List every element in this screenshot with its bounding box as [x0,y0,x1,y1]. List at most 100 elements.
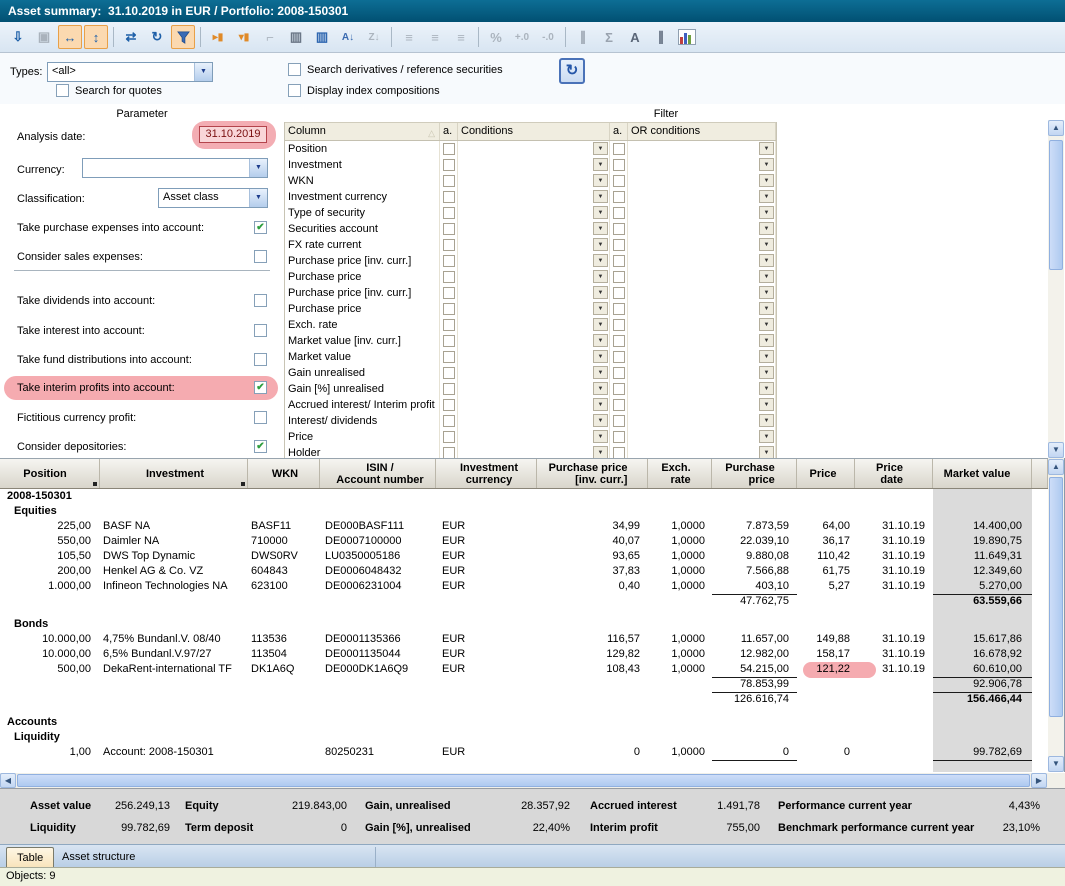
chevron-down-icon[interactable]: ▼ [759,286,774,299]
chevron-down-icon[interactable]: ▼ [759,414,774,427]
chevron-down-icon[interactable]: ▼ [249,189,267,207]
filter-and-checkbox[interactable] [443,239,455,251]
column-header-investment[interactable]: Investment [100,459,248,488]
filter-column-label[interactable]: Price [285,429,440,445]
font-icon[interactable]: A [623,25,647,49]
move-column-icon[interactable]: ▸▮ [206,25,230,49]
filter-or-conditions-cell[interactable]: ▼ [628,221,776,237]
table-scrollbar-thumb[interactable] [1049,477,1063,717]
optimize-width-icon[interactable]: ∥ [571,25,595,49]
filter-or-conditions-cell[interactable]: ▼ [628,397,776,413]
filter-or-conditions-cell[interactable]: ▼ [628,189,776,205]
chevron-down-icon[interactable]: ▼ [593,366,608,379]
filter-and-checkbox[interactable] [443,415,455,427]
chevron-down-icon[interactable]: ▼ [194,63,212,81]
refresh-icon[interactable]: ↻ [145,25,169,49]
types-combobox[interactable]: <all> ▼ [47,62,213,82]
filter-header-and2[interactable]: a. [610,123,628,140]
chevron-down-icon[interactable]: ▼ [759,190,774,203]
filter-and-checkbox[interactable] [443,399,455,411]
chevron-down-icon[interactable]: ▼ [593,398,608,411]
column-layout-icon[interactable]: ∥ [649,25,673,49]
filter-and-checkbox[interactable] [443,191,455,203]
chevron-down-icon[interactable]: ▼ [759,254,774,267]
export-icon[interactable]: ⇩ [6,25,30,49]
filter-conditions-cell[interactable]: ▼ [458,429,610,445]
scroll-down-icon[interactable]: ▼ [1048,442,1064,458]
table-scrollbar[interactable]: ▲ ▼ [1048,458,1064,772]
filter-and-checkbox[interactable] [443,255,455,267]
filter-column-label[interactable]: Position [285,141,440,157]
filter-conditions-cell[interactable]: ▼ [458,269,610,285]
filter-and-checkbox[interactable] [443,351,455,363]
scroll-up-icon[interactable]: ▲ [1048,120,1064,136]
chevron-down-icon[interactable]: ▼ [593,222,608,235]
filter-or-checkbox[interactable] [613,207,625,219]
table-row[interactable]: 10.000,006,5% Bundanl.V.97/27113504DE000… [0,647,1048,662]
filter-and-checkbox[interactable] [443,367,455,379]
filter-and-checkbox[interactable] [443,335,455,347]
column-header-investment-currency[interactable]: Investment currency [436,459,537,488]
column-header-price[interactable]: Price [797,459,855,488]
column-select-icon[interactable]: ▥ [310,25,334,49]
filter-conditions-cell[interactable]: ▼ [458,413,610,429]
filter-or-checkbox[interactable] [613,287,625,299]
filter-or-checkbox[interactable] [613,255,625,267]
chevron-down-icon[interactable]: ▼ [759,366,774,379]
filter-column-label[interactable]: Interest/ dividends [285,413,440,429]
chevron-down-icon[interactable]: ▼ [759,270,774,283]
table-row[interactable]: 500,00DekaRent-international TFDK1A6QDE0… [0,662,1048,677]
filter-column-label[interactable]: Purchase price [285,301,440,317]
filter-conditions-cell[interactable]: ▼ [458,253,610,269]
filter-or-conditions-cell[interactable]: ▼ [628,333,776,349]
scroll-down-icon[interactable]: ▼ [1048,756,1064,772]
tab-table[interactable]: Table [6,847,54,867]
currency-combobox[interactable]: ▼ [82,158,268,178]
filter-or-checkbox[interactable] [613,143,625,155]
horizontal-scrollbar-thumb[interactable] [17,774,1030,787]
chevron-down-icon[interactable]: ▼ [593,430,608,443]
chevron-down-icon[interactable]: ▼ [249,159,267,177]
chevron-down-icon[interactable]: ▼ [759,158,774,171]
fit-height-icon[interactable]: ↕ [84,25,108,49]
filter-header-and[interactable]: a. [440,123,458,140]
filter-or-checkbox[interactable] [613,239,625,251]
parameter-checkbox[interactable]: ✔ [254,381,267,394]
table-row[interactable]: 1,00Account: 2008-15030180250231EUR01,00… [0,745,1048,760]
chevron-down-icon[interactable]: ▼ [759,302,774,315]
horizontal-scrollbar[interactable]: ◀ ▶ [0,772,1065,788]
chart-icon[interactable] [675,25,699,49]
chevron-down-icon[interactable]: ▼ [593,318,608,331]
parameter-checkbox[interactable] [254,353,267,366]
column-header-wkn[interactable]: WKN [248,459,320,488]
filter-or-checkbox[interactable] [613,223,625,235]
filter-conditions-cell[interactable]: ▼ [458,237,610,253]
filter-conditions-cell[interactable]: ▼ [458,317,610,333]
filter-and-checkbox[interactable] [443,175,455,187]
filter-column-label[interactable]: Accrued interest/ Interim profit [285,397,440,413]
filter-header-column[interactable]: Column△ [285,123,440,140]
filter-and-checkbox[interactable] [443,303,455,315]
quotes-checkbox[interactable] [56,84,69,97]
table-row[interactable]: 10.000,004,75% Bundanl.V. 08/40113536DE0… [0,632,1048,647]
filter-header-conditions[interactable]: Conditions [458,123,610,140]
column-header-isin[interactable]: ISIN / Account number [320,459,436,488]
column-header-purchase-price[interactable]: Purchase price [712,459,797,488]
filter-column-label[interactable]: Exch. rate [285,317,440,333]
filter-or-conditions-cell[interactable]: ▼ [628,365,776,381]
chevron-down-icon[interactable]: ▼ [593,334,608,347]
chevron-down-icon[interactable]: ▼ [759,430,774,443]
filter-header-or-conditions[interactable]: OR conditions [628,123,776,140]
filter-or-conditions-cell[interactable]: ▼ [628,141,776,157]
filter-conditions-cell[interactable]: ▼ [458,285,610,301]
classification-combobox[interactable]: Asset class ▼ [158,188,268,208]
tab-asset-structure[interactable]: Asset structure [50,847,376,867]
derivatives-checkbox[interactable] [288,63,301,76]
filter-or-conditions-cell[interactable]: ▼ [628,157,776,173]
column-header-market-value[interactable]: Market value [933,459,1032,488]
filter-conditions-cell[interactable]: ▼ [458,221,610,237]
filter-or-conditions-cell[interactable]: ▼ [628,429,776,445]
filter-or-checkbox[interactable] [613,271,625,283]
filter-conditions-cell[interactable]: ▼ [458,173,610,189]
filter-or-checkbox[interactable] [613,367,625,379]
